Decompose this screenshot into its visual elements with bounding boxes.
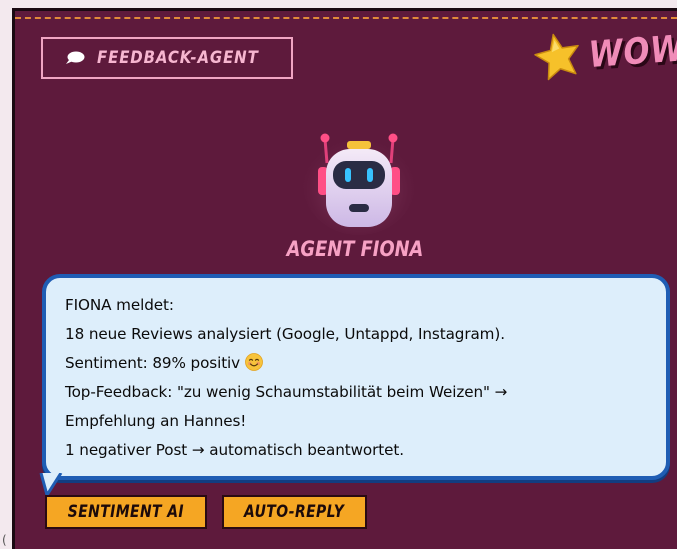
card-title: FEEDBACK-AGENT: [97, 48, 259, 68]
robot-avatar-icon: [303, 133, 415, 235]
agent-name: AGENT FIONA: [286, 237, 424, 261]
bubble-tail: [39, 473, 63, 497]
message-line: Sentiment: 89% positiv: [65, 349, 666, 378]
tag-auto-reply: AUTO-REPLY: [222, 495, 367, 529]
message-line: 1 negativer Post → automatisch beantwort…: [65, 441, 404, 459]
smiley-face-icon: [245, 353, 263, 371]
message-line: Top-Feedback: "zu wenig Schaumstabilität…: [65, 383, 508, 401]
feedback-agent-card: FEEDBACK-AGENT WOW! AGENT FIONA FIONA me…: [12, 8, 677, 549]
message-bubble: FIONA meldet: 18 neue Reviews analysiert…: [42, 274, 670, 480]
message-line: FIONA meldet:: [65, 296, 174, 314]
tag-sentiment-ai: SENTIMENT AI: [45, 495, 207, 529]
star-icon: [534, 33, 579, 81]
tag-label: AUTO-REPLY: [244, 502, 345, 522]
message-line: 18 neue Reviews analysiert (Google, Unta…: [65, 325, 505, 343]
card-header: FEEDBACK-AGENT: [41, 37, 293, 79]
corner-glyph: (: [2, 533, 7, 547]
wow-badge: WOW!: [531, 27, 677, 101]
speech-bubble-icon: [66, 51, 85, 64]
tag-label: SENTIMENT AI: [67, 502, 185, 522]
wow-text: WOW!: [587, 27, 677, 76]
message-line: Empfehlung an Hannes!: [65, 412, 247, 430]
sentiment-text: Sentiment: 89% positiv: [65, 354, 241, 372]
